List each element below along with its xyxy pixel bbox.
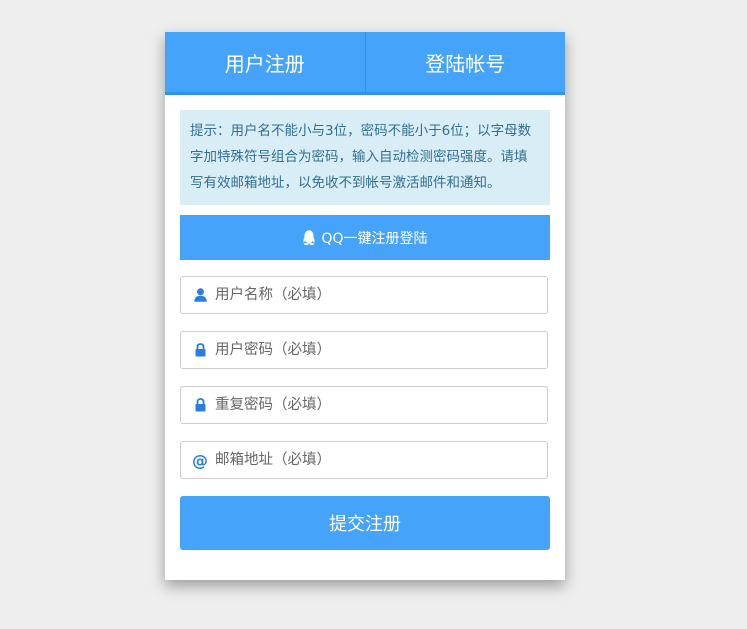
username-input[interactable] bbox=[213, 279, 547, 311]
submit-register-label: 提交注册 bbox=[329, 514, 401, 535]
repeat-password-input[interactable] bbox=[213, 389, 547, 421]
tab-login[interactable]: 登陆帐号 bbox=[364, 32, 566, 92]
qq-login-button[interactable]: QQ一键注册登陆 bbox=[180, 215, 550, 260]
password-input[interactable] bbox=[213, 334, 547, 366]
submit-register-button[interactable]: 提交注册 bbox=[180, 496, 550, 550]
tab-bar: 用户注册 登陆帐号 bbox=[165, 32, 565, 95]
register-card: 用户注册 登陆帐号 提示：用户名不能小与3位，密码不能小于6位；以字母数字加特殊… bbox=[165, 32, 565, 580]
email-input[interactable] bbox=[213, 444, 547, 476]
lock-icon bbox=[190, 343, 210, 357]
user-icon bbox=[190, 288, 210, 302]
qq-login-label: QQ一键注册登陆 bbox=[321, 230, 428, 247]
notice-text: 提示：用户名不能小与3位，密码不能小于6位；以字母数字加特殊符号组合为密码，输入… bbox=[190, 123, 532, 191]
at-glyph: @ bbox=[192, 450, 208, 470]
lock-icon bbox=[190, 398, 210, 412]
username-field[interactable] bbox=[180, 276, 548, 314]
at-icon: @ bbox=[190, 451, 210, 470]
repeat-password-field[interactable] bbox=[180, 386, 548, 424]
password-field[interactable] bbox=[180, 331, 548, 369]
notice-box: 提示：用户名不能小与3位，密码不能小于6位；以字母数字加特殊符号组合为密码，输入… bbox=[180, 110, 550, 205]
qq-icon bbox=[303, 230, 316, 245]
tab-register[interactable]: 用户注册 bbox=[165, 32, 365, 92]
email-field[interactable]: @ bbox=[180, 441, 548, 479]
